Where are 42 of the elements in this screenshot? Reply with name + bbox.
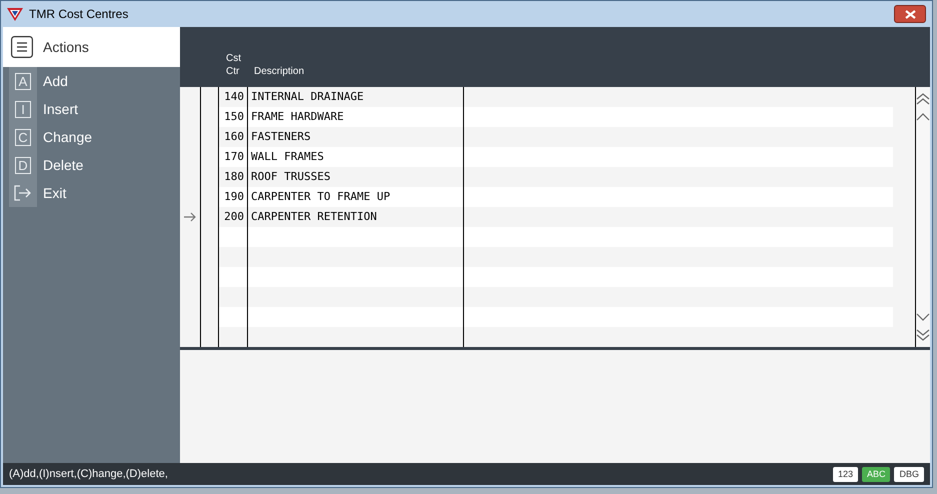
column-header: Cst Ctr [225,52,242,78]
status-text: (A)dd,(I)nsert,(C)hange,(D)elete, [9,466,168,482]
table-cell-text: 150 [223,109,245,125]
column-header: Description [253,65,304,78]
scroll-top-icon[interactable] [916,93,930,105]
table-cell-text: FRAME HARDWARE [250,109,345,125]
table-row[interactable]: 150 FRAME HARDWARE [218,107,893,127]
key-icon: C [15,128,31,146]
menu-icon[interactable] [11,36,33,58]
action-item[interactable]: Insert [43,98,78,120]
key-icon: D [15,156,31,174]
table-cell-text: 140 [223,89,245,105]
table-cell-text: 170 [223,149,245,165]
table-cell-text: 190 [223,189,245,205]
mode-toggle[interactable]: 123 [832,466,858,482]
key-icon: I [15,100,31,118]
table-row[interactable]: 170 WALL FRAMES [218,147,893,167]
table-cell-text: ROOF TRUSSES [250,169,332,185]
scroll-up-icon[interactable] [916,113,930,121]
scroll-bottom-icon[interactable] [916,329,930,341]
exit-icon [14,185,32,201]
action-item[interactable]: Exit [43,182,66,204]
table-cell-text: WALL FRAMES [250,149,325,165]
table-cell-text: FASTENERS [250,129,312,145]
table-cell-text: 160 [223,129,245,145]
key-icon: A [15,72,31,90]
action-item[interactable]: Change [43,126,92,148]
window-title: TMR Cost Centres [29,6,128,23]
action-item[interactable]: Add [43,70,68,92]
table-cell-text: CARPENTER RETENTION [250,209,378,225]
table-row[interactable]: 190 CARPENTER TO FRAME UP [218,187,893,207]
table-cell-text: CARPENTER TO FRAME UP [250,189,392,205]
close-icon [904,10,916,18]
logo-icon [7,7,23,21]
table-cell-text: 200 [223,209,245,225]
sidebar-title: Actions [43,38,89,56]
action-item[interactable]: Delete [43,154,84,176]
mode-toggle[interactable]: DBG [894,466,924,482]
table-cell-text: INTERNAL DRAINAGE [250,89,365,105]
close-button[interactable] [894,5,926,23]
scroll-down-icon[interactable] [916,313,930,321]
table-cell-text: 180 [223,169,245,185]
